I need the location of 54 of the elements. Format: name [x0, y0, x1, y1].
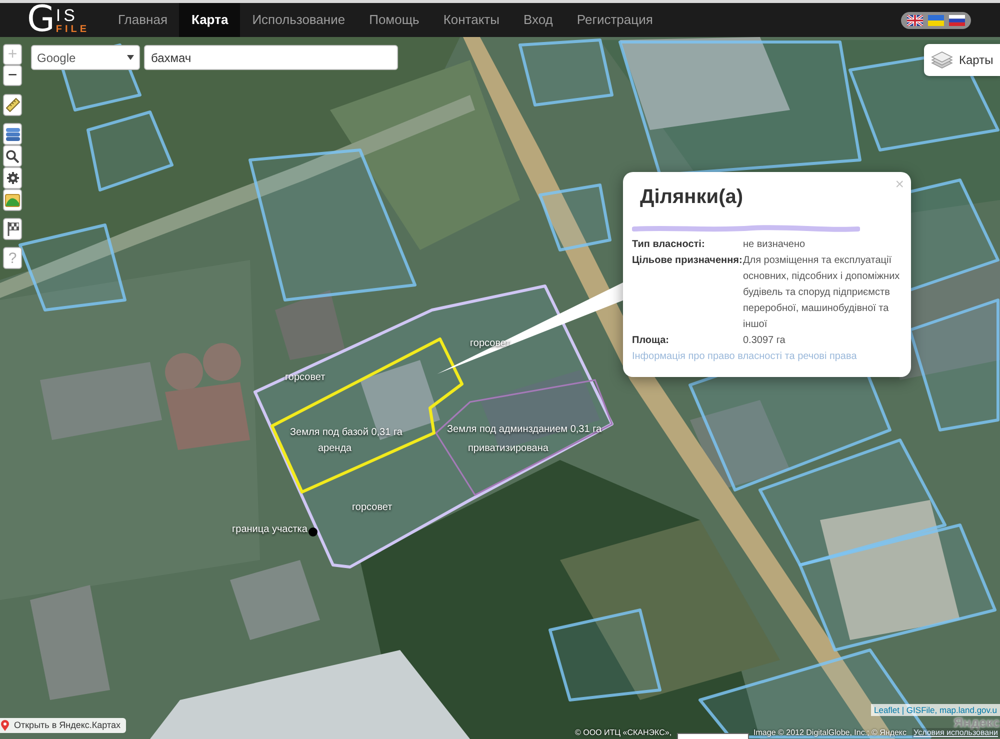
map-provider-select[interactable]: Google: [31, 45, 140, 70]
logo-letter[interactable]: G: [27, 2, 55, 38]
field-value: не визначено: [743, 238, 806, 252]
logo-subtitle[interactable]: FILE: [56, 24, 90, 34]
ukrainian-flag-icon[interactable]: [928, 14, 944, 26]
gear-tool-button[interactable]: [3, 167, 22, 189]
layers-tool-button[interactable]: [3, 123, 22, 145]
ruler-tool-button[interactable]: [3, 94, 22, 116]
map-pin-icon: [1, 720, 9, 731]
search-field[interactable]: бахмач: [144, 45, 398, 70]
field-value: Для розміщення та експлуатації основних, підсобних і допоміжних будівель та споруд підприємств переробної, машинобудівної та іншої: [743, 254, 901, 332]
field-label: Площа:: [632, 334, 670, 348]
layers-icon: [931, 51, 953, 69]
logo-text[interactable]: IS: [56, 8, 90, 24]
map-label: граница участка: [232, 524, 308, 536]
zoom-out-button[interactable]: −: [3, 65, 22, 86]
nav-link[interactable]: Использование: [240, 3, 358, 37]
field-label: Цільове призначення:: [632, 254, 743, 268]
terms-link[interactable]: Условия использовани: [912, 728, 1000, 738]
map-label: приватизирована: [468, 443, 548, 455]
map-layers-button[interactable]: Карты: [924, 44, 1000, 76]
silo-roof: [203, 343, 241, 381]
boundary-marker-icon: [308, 528, 318, 536]
gear-icon: [6, 172, 18, 184]
nav-link[interactable]: Помощь: [357, 3, 432, 37]
search-tool-button[interactable]: [3, 145, 22, 167]
map-logo: Яндекс: [954, 716, 1000, 729]
map-label: горсовет: [285, 372, 326, 384]
nav-link[interactable]: Регистрация: [564, 3, 665, 37]
flag-icon: [6, 222, 18, 236]
silo-roof: [165, 353, 203, 391]
popup-title: Ділянки(а): [640, 185, 744, 210]
ruler-icon: [6, 98, 20, 112]
building-roof: [275, 290, 345, 360]
nav-link[interactable]: Главная: [106, 3, 180, 37]
map-label: Земля под базой 0,31 га: [290, 427, 402, 439]
british-flag-icon[interactable]: [907, 14, 923, 26]
map-label: горсовет: [352, 502, 392, 514]
nav-link[interactable]: Контакты: [431, 3, 512, 37]
copyright-text: © ООО ИТЦ «СКАНЭКС»,: [574, 728, 672, 738]
field-value: 0.3097 га: [743, 334, 786, 348]
layers-icon: [6, 128, 20, 140]
field-label: Тип власності:: [632, 238, 706, 252]
map-label: аренда: [318, 443, 352, 455]
russian-flag-icon[interactable]: [949, 14, 965, 26]
map-attribution: Leaflet | GISFile, map.land.gov.u: [870, 704, 1000, 716]
caret-icon: [127, 55, 134, 60]
flag-tool-button[interactable]: [3, 218, 22, 240]
search-icon: [6, 150, 19, 162]
nav-link[interactable]: Вход: [511, 3, 565, 37]
open-in-maps-link[interactable]: Открыть в Яндекс.Картах: [0, 718, 126, 733]
image-icon: [5, 194, 20, 206]
copyright-text: Image © 2012 DigitalGlobe, Inc.; © Яндекс: [754, 728, 907, 738]
nav-link[interactable]: Карта: [179, 3, 240, 37]
